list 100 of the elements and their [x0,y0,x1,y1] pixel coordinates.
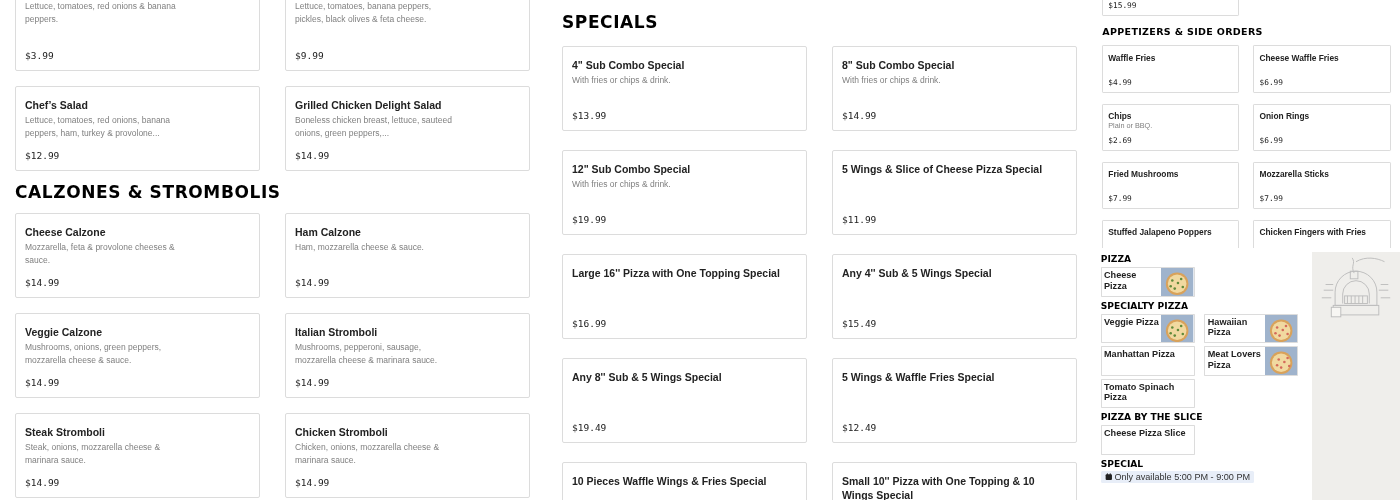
item-description: With fries or chips & drink. [572,178,672,191]
menu-card[interactable]: Tomato Spinach Pizza [1100,378,1195,409]
item-description: Lettuce, tomatoes, red onions, banana peppers, ham, turkey & provolone... [25,114,172,139]
item-name: Steak Stromboli [25,425,106,439]
item-price: $11.99 [842,214,878,225]
item-name: 4" Sub Combo Special [572,58,686,72]
item-price: $14.99 [25,277,61,288]
item-name: Veggie Pizza [1104,316,1160,328]
item-name: Cheese Pizza Slice [1104,428,1187,439]
menu-card[interactable]: 10 Pieces Waffle Wings & Fries Special [562,462,807,500]
item-price: $15.49 [842,318,878,329]
item-price: $14.99 [295,477,331,488]
item-price: $14.99 [25,477,61,488]
menu-card[interactable]: Cheese Pizza [1100,267,1195,297]
item-description: Mozzarella, feta & provolone cheeses & sauce. [25,241,176,266]
menu-card[interactable]: 8" Sub Combo Special With fries or chips & drink. $14.99 [832,46,1077,131]
menu-card[interactable]: Any 4'' Sub & 5 Wings Special $15.49 [832,254,1077,339]
menu-card[interactable]: Steak Stromboli Steak, onions, mozzarella cheese & marinara sauce. $14.99 [15,413,260,498]
item-price: $14.99 [295,277,331,288]
menu-card[interactable]: Stuffed Jalapeno Poppers [1102,220,1240,248]
item-price: $12.49 [842,422,878,433]
calendar-icon [1104,473,1113,481]
item-price: $3.99 [25,50,55,61]
item-name: Large 16'' Pizza with One Topping Special [572,266,781,280]
menu-card[interactable]: Veggie Calzone Mushrooms, onions, green peppers, mozzarella cheese & sauce. $14.99 [15,313,260,398]
item-name: Chicken Fingers with Fries [1259,227,1368,238]
menu-card[interactable]: Chef’s Salad Lettuce, tomatoes, red onions, banana peppers, ham, turkey & provolone... $12.99 [15,86,260,171]
item-name: Chips [1108,110,1133,121]
item-name: 12" Sub Combo Special [572,162,692,176]
menu-card[interactable]: Veggie Pizza [1100,313,1195,344]
item-name: 10 Pieces Waffle Wings & Fries Special [572,474,768,488]
item-description: Ham, mozzarella cheese & sauce. [295,241,425,254]
item-name: Any 4'' Sub & 5 Wings Special [842,266,993,280]
item-name: Italian Stromboli [295,325,379,339]
section-heading: SPECIALTY PIZZA [1100,300,1189,312]
item-name: Hawaiian Pizza [1207,316,1249,338]
menu-card[interactable]: 4" Sub Combo Special With fries or chips & drink. $13.99 [562,46,807,131]
section-heading: PIZZA BY THE SLICE [1100,412,1204,423]
item-description: Lettuce, tomatoes, banana peppers, pickles, black olives & feta cheese. [295,0,433,25]
item-name: Veggie Calzone [25,325,104,339]
item-price: $14.99 [842,110,878,121]
menu-card[interactable]: Hawaiian Pizza [1204,313,1299,344]
menu-card[interactable]: Chicken Fingers with Fries [1253,220,1391,248]
section-heading: SPECIALS [562,12,660,32]
item-name: Chicken Stromboli [295,425,389,439]
menu-card[interactable]: Cheese Calzone Mozzarella, feta & provolone cheeses & sauce. $14.99 [15,213,260,298]
menu-card[interactable]: Grilled Chicken Delight Salad Boneless chicken breast, lettuce, sauteed onions, green peppers,... $14.99 [285,86,530,171]
item-description: Mushrooms, pepperoni, sausage, mozzarella cheese & marinara sauce. [295,341,439,366]
menu-card[interactable]: Lettuce, tomatoes, red onions & banana peppers. $3.99 [15,0,260,71]
item-description: Boneless chicken breast, lettuce, sauteed onions, green peppers,... [295,114,453,139]
item-description: With fries or chips & drink. [842,74,942,87]
item-name: 5 Wings & Slice of Cheese Pizza Special [842,162,1044,176]
menu-card[interactable]: 12" Sub Combo Special With fries or chips & drink. $19.99 [562,150,807,235]
item-name: Manhattan Pizza [1104,349,1176,360]
item-name: Mozzarella Sticks [1259,168,1330,179]
item-name: Cheese Pizza [1104,270,1138,291]
item-price: $19.49 [572,422,608,433]
item-description: With fries or chips & drink. [572,74,672,87]
item-name: Chef’s Salad [25,98,89,112]
item-description: Chicken, onions, mozzarella cheese & marinara sauce. [295,441,441,466]
menu-card[interactable]: Large 16'' Pizza with One Topping Special $16.99 [562,254,807,339]
item-price: $14.99 [295,377,331,388]
item-price: $16.99 [572,318,608,329]
item-name: 5 Wings & Waffle Fries Special [842,370,996,384]
item-price: $12.99 [25,150,61,161]
menu-card[interactable]: Chicken Stromboli Chicken, onions, mozzarella cheese & marinara sauce. $14.99 [285,413,530,498]
item-price: $14.99 [295,150,331,161]
item-name: Onion Rings [1259,110,1311,121]
item-price: $9.99 [295,50,325,61]
item-price: $14.99 [25,377,61,388]
item-name: Cheese Waffle Fries [1259,52,1340,63]
item-name: Waffle Fries [1108,52,1157,63]
section-heading: APPETIZERS & SIDE ORDERS [1102,26,1264,38]
item-name: Meat Lovers Pizza [1207,349,1262,370]
item-description: Mushrooms, onions, green peppers, mozzarella cheese & sauce. [25,341,163,366]
menu-card[interactable]: Cheese Pizza Slice [1100,425,1195,455]
item-description: Steak, onions, mozzarella cheese & marinara sauce. [25,441,162,466]
item-description: Lettuce, tomatoes, red onions & banana peppers. [25,0,177,25]
item-price: $13.99 [572,110,608,121]
availability-text: Only available 5:00 PM - 9:00 PM [1114,472,1251,483]
item-name: 8" Sub Combo Special [842,58,956,72]
menu-card[interactable]: Manhattan Pizza [1100,346,1195,376]
section-heading: SPECIAL [1100,458,1145,470]
menu-card[interactable]: Italian Stromboli Mushrooms, pepperoni, sausage, mozzarella cheese & marinara sauce. $14.99 [285,313,530,398]
item-name: Stuffed Jalapeno Poppers [1108,227,1213,238]
item-name: Fried Mushrooms [1108,168,1180,179]
item-price: $19.99 [572,214,608,225]
section-heading: PIZZA [1100,254,1133,265]
item-name: Grilled Chicken Delight Salad [295,98,443,112]
menu-card[interactable]: Ham Calzone Ham, mozzarella cheese & sauce. $14.99 [285,213,530,298]
menu-card[interactable]: Any 8'' Sub & 5 Wings Special $19.49 [562,358,807,443]
section-heading: CALZONES & STROMBOLIS [15,182,282,202]
item-name: Any 8'' Sub & 5 Wings Special [572,370,723,384]
item-name: Ham Calzone [295,225,362,239]
menu-card[interactable]: 5 Wings & Slice of Cheese Pizza Special $11.99 [832,150,1077,235]
menu-card[interactable]: 5 Wings & Waffle Fries Special $12.49 [832,358,1077,443]
menu-card[interactable]: Meat Lovers Pizza [1204,346,1299,376]
item-name: Tomato Spinach Pizza [1104,382,1176,403]
menu-card[interactable]: Lettuce, tomatoes, banana peppers, pickles, black olives & feta cheese. $9.99 [285,0,530,71]
item-name: Cheese Calzone [25,225,107,239]
